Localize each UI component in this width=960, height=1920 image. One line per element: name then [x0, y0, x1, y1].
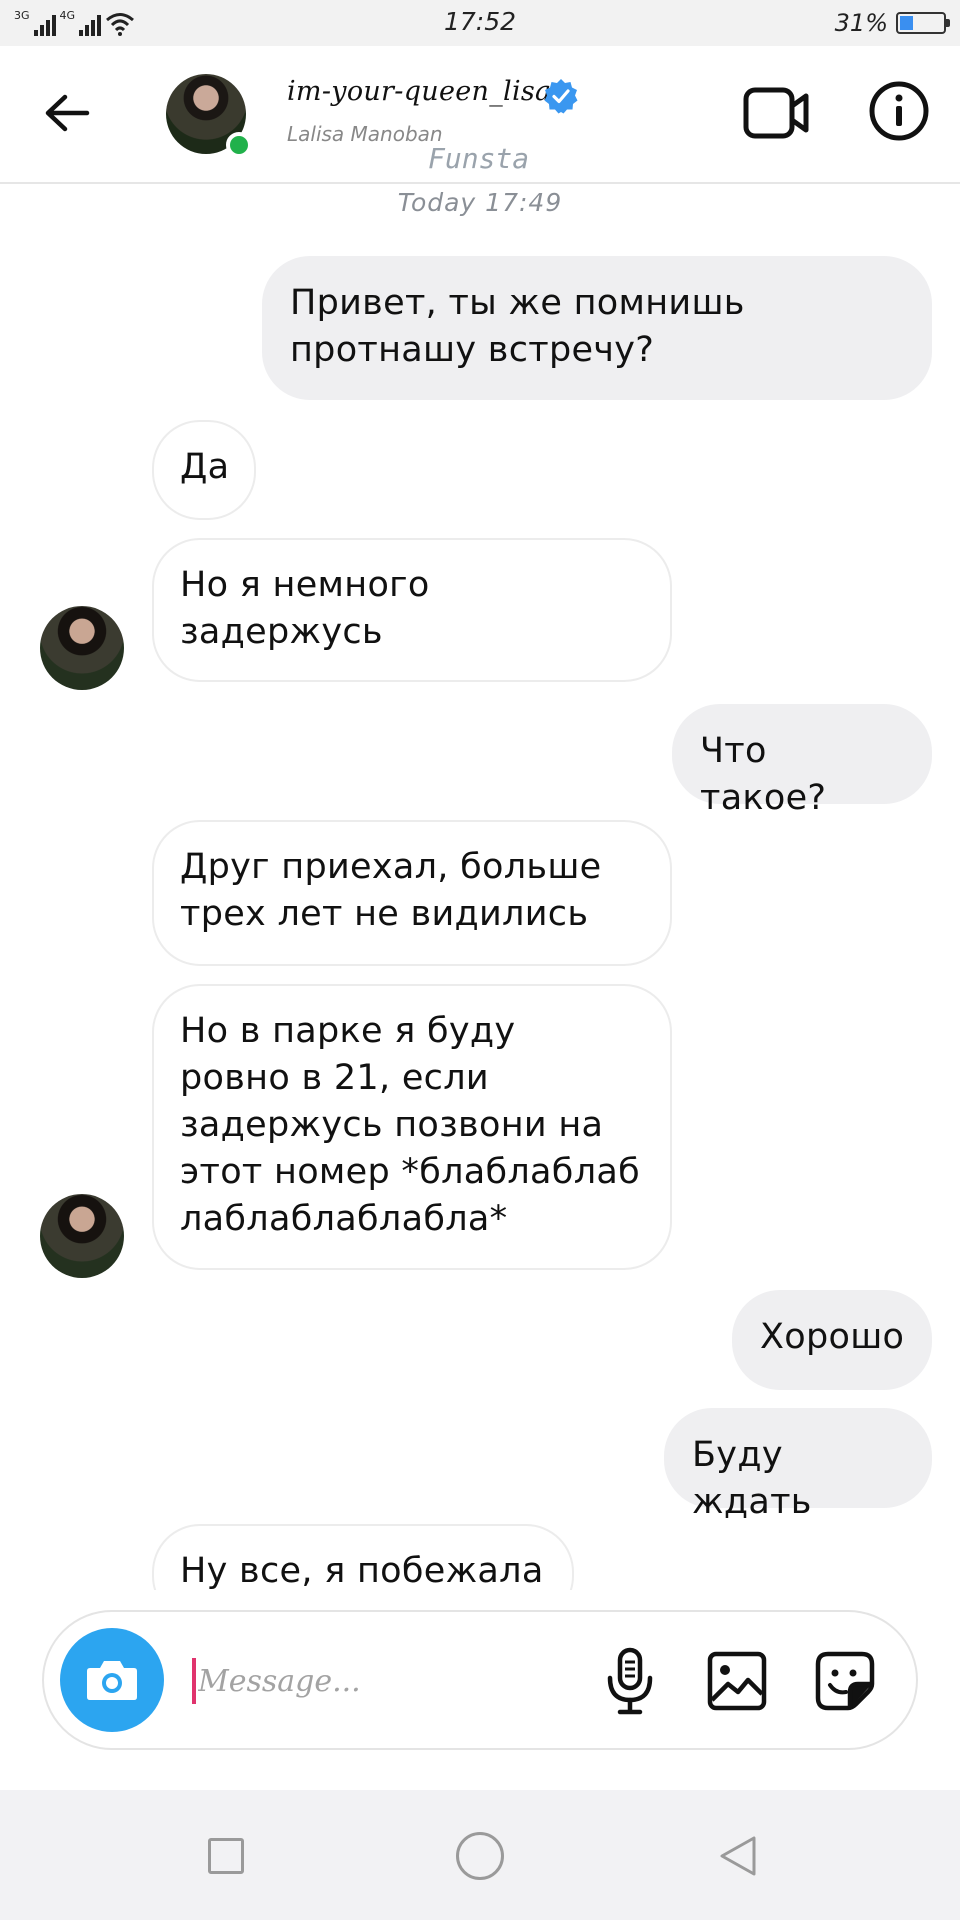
status-time: 17:52: [443, 7, 517, 36]
message-bubble-incoming[interactable]: Ну все, я побежала: [152, 1524, 574, 1590]
video-call-button[interactable]: [742, 84, 812, 142]
message-thread[interactable]: Today 17:49 Привет, ты же помнишь протна…: [0, 184, 960, 1590]
sender-avatar[interactable]: [40, 1194, 124, 1278]
message-bubble-incoming[interactable]: Но в парке я буду ровно в 21, если задер…: [152, 984, 672, 1270]
nav-back-triangle-icon[interactable]: [714, 1832, 762, 1880]
online-status-dot: [226, 132, 252, 158]
battery-percent: 31%: [834, 9, 888, 37]
verified-badge-icon: [544, 79, 578, 114]
sticker-button[interactable]: [814, 1650, 876, 1712]
battery-icon: [896, 12, 950, 34]
info-button[interactable]: [868, 80, 930, 142]
message-input[interactable]: [196, 1650, 560, 1712]
message-bubble-incoming[interactable]: Да: [152, 420, 256, 520]
battery-level: [900, 16, 913, 30]
message-bubble-outgoing[interactable]: Хорошо: [732, 1290, 932, 1390]
message-bubble-incoming[interactable]: Но я немного задержусь: [152, 538, 672, 682]
chat-header: im-your-queen_lisa Lalisa Manoban Funsta: [0, 46, 960, 184]
home-button[interactable]: [456, 1832, 504, 1880]
microphone-icon: [607, 1647, 653, 1715]
message-bubble-incoming[interactable]: Друг приехал, больше трех лет не видилис…: [152, 820, 672, 966]
sender-avatar[interactable]: [40, 606, 124, 690]
video-camera-icon: [743, 87, 809, 139]
status-bar: 3G 4G 17:52 31%: [0, 0, 960, 46]
system-navigation-bar: [0, 1790, 960, 1920]
back-button[interactable]: [38, 84, 96, 142]
gallery-button[interactable]: [706, 1650, 768, 1712]
battery-indicator: 31%: [834, 9, 950, 37]
message-bubble-outgoing[interactable]: Что такое?: [672, 704, 932, 818]
camera-button[interactable]: [60, 1628, 164, 1732]
message-bubble-outgoing[interactable]: Привет, ты же помнишь протнашу встречу?: [262, 256, 932, 400]
arrow-left-icon: [45, 94, 90, 132]
voice-message-button[interactable]: [602, 1646, 658, 1716]
chat-full-name: Lalisa Manoban: [287, 122, 443, 146]
chat-username[interactable]: im-your-queen_lisa: [287, 76, 551, 107]
profile-avatar[interactable]: [166, 74, 252, 158]
info-icon: [869, 81, 929, 141]
recent-apps-button[interactable]: [208, 1838, 244, 1874]
image-icon: [707, 1651, 767, 1711]
sticker-icon: [815, 1651, 875, 1711]
message-composer: [42, 1610, 918, 1750]
camera-icon: [87, 1661, 137, 1700]
chat-timestamp: Today 17:49: [397, 188, 563, 217]
message-bubble-outgoing[interactable]: Буду ждать: [664, 1408, 932, 1522]
funsta-watermark: Funsta: [428, 142, 530, 175]
